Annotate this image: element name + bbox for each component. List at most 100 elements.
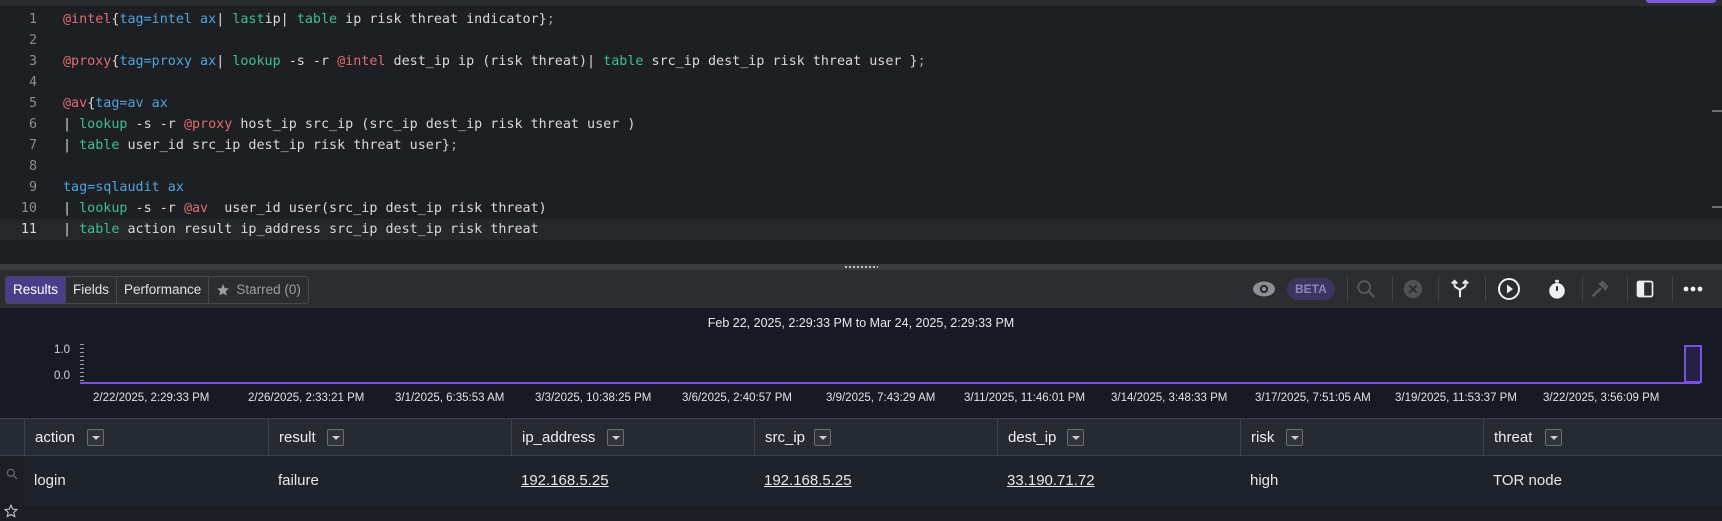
code-line[interactable]: 4: [0, 72, 1722, 93]
column-menu-dropdown[interactable]: [87, 429, 104, 446]
tab-starred[interactable]: Starred (0): [209, 277, 308, 303]
column-header-action[interactable]: action: [24, 419, 268, 455]
code-token: user_id src_ip dest_ip risk threat user}: [119, 138, 450, 153]
code-line[interactable]: 3 @proxy{tag=proxy ax| lookup -s -r @inte…: [0, 51, 1722, 72]
column-header-result[interactable]: result: [268, 419, 511, 455]
code-text: @proxy{tag=proxy ax| lookup -s -r @intel…: [63, 51, 926, 72]
query-editor[interactable]: 1 @intel{tag=intel ax| lastip| table ip r…: [0, 0, 1722, 268]
cell-risk: high: [1250, 472, 1279, 489]
toggle-panel-button[interactable]: [1625, 270, 1665, 308]
column-header-dest-ip[interactable]: dest_ip: [997, 419, 1240, 455]
code-line[interactable]: 11 | table action result ip_address src_i…: [0, 219, 1722, 240]
code-line[interactable]: 6 | lookup -s -r @proxy host_ip src_ip (s…: [0, 114, 1722, 135]
line-number: 1: [28, 12, 37, 27]
more-options-button[interactable]: [1673, 270, 1713, 308]
column-menu-dropdown[interactable]: [1286, 429, 1303, 446]
column-header-ip-address[interactable]: ip_address: [511, 419, 754, 455]
line-number: 2: [28, 33, 37, 48]
code-line[interactable]: 7 | table user_id src_ip dest_ip risk thr…: [0, 135, 1722, 156]
timeline-histogram[interactable]: Feb 22, 2025, 2:29:33 PM to Mar 24, 2025…: [0, 308, 1722, 418]
fork-icon: [1451, 279, 1469, 298]
code-token: |: [63, 201, 80, 216]
tab-fields[interactable]: Fields: [66, 277, 118, 303]
code-text: @intel{tag=intel ax| lastip| table ip ri…: [63, 9, 555, 30]
line-number: 4: [28, 75, 37, 90]
column-header-risk[interactable]: risk: [1240, 419, 1483, 455]
code-token: @proxy: [183, 117, 233, 132]
code-text: @av{tag=av ax: [63, 93, 168, 114]
code-token: host_ip src_ip (src_ip dest_ip risk thre…: [232, 117, 636, 132]
preview-eye-button[interactable]: [1244, 270, 1284, 308]
timer-icon: [1549, 279, 1565, 299]
toolbar-separator: [1485, 277, 1486, 301]
code-token: lookup: [232, 54, 281, 69]
code-token: -s -r: [127, 117, 184, 132]
run-query-button[interactable]: [1489, 270, 1529, 308]
y-minor-tick: [80, 380, 84, 381]
code-text: | lookup -s -r @av user_id user(src_ip d…: [63, 198, 547, 219]
column-menu-dropdown[interactable]: [1545, 429, 1562, 446]
y-minor-tick: [80, 368, 84, 369]
code-token: |: [63, 222, 80, 237]
row-inspect-icon[interactable]: [5, 467, 19, 481]
fork-query-button[interactable]: [1440, 270, 1480, 308]
schedule-query-button[interactable]: [1537, 270, 1577, 308]
code-text: | table user_id src_ip dest_ip risk thre…: [63, 135, 458, 156]
column-menu-dropdown[interactable]: [814, 429, 831, 446]
code-token: user_id user(src_ip dest_ip risk threat): [208, 201, 547, 216]
column-header-src-ip[interactable]: src_ip: [754, 419, 997, 455]
table-row[interactable]: login failure 192.168.5.25 192.168.5.25 …: [24, 456, 1722, 506]
column-label: result: [279, 429, 316, 446]
scroll-marker: [1712, 206, 1722, 208]
x-axis-label: 3/6/2025, 2:40:57 PM: [682, 392, 792, 404]
build-button[interactable]: [1580, 270, 1620, 308]
x-axis-label: 3/19/2025, 11:53:37 PM: [1395, 392, 1517, 404]
code-line[interactable]: 5 @av{tag=av ax: [0, 93, 1722, 114]
column-menu-dropdown[interactable]: [607, 429, 624, 446]
hammer-icon: [1591, 280, 1609, 298]
code-token: @proxy: [63, 54, 112, 69]
x-axis-label: 3/17/2025, 7:51:05 AM: [1255, 392, 1371, 404]
code-line[interactable]: 9 tag=sqlaudit ax: [0, 177, 1722, 198]
code-text: tag=sqlaudit ax: [63, 177, 184, 198]
cell-src-ip-link[interactable]: 192.168.5.25: [754, 456, 997, 506]
cell-result: failure: [278, 472, 319, 489]
column-menu-dropdown[interactable]: [1067, 429, 1084, 446]
code-token: ;: [917, 54, 926, 69]
code-text: | lookup -s -r @proxy host_ip src_ip (sr…: [63, 114, 635, 135]
column-label: action: [35, 429, 76, 446]
x-axis-label: 2/22/2025, 2:29:33 PM: [93, 392, 210, 404]
top-accent-tab[interactable]: [1646, 0, 1716, 3]
x-axis-label: 3/9/2025, 7:43:29 AM: [826, 392, 936, 404]
y-minor-tick: [80, 352, 84, 353]
cell-dest-ip-link[interactable]: 33.190.71.72: [997, 456, 1240, 506]
code-line[interactable]: 8: [0, 156, 1722, 177]
line-number: 9: [28, 180, 37, 195]
column-menu-dropdown[interactable]: [327, 429, 344, 446]
tab-results[interactable]: Results: [6, 277, 67, 303]
tab-performance[interactable]: Performance: [117, 277, 210, 303]
code-token: ip risk threat indicator}: [337, 12, 547, 27]
code-line[interactable]: 10 | lookup -s -r @av user_id user(src_ip…: [0, 198, 1722, 219]
star-icon[interactable]: [4, 504, 18, 518]
code-token: tag=av ax: [95, 96, 168, 111]
table-footer: [24, 506, 1722, 521]
code-token: ;: [449, 138, 459, 153]
histogram-bar[interactable]: [1684, 345, 1702, 383]
y-minor-tick: [80, 376, 84, 377]
splitter-grip-icon[interactable]: [844, 265, 878, 269]
column-label: threat: [1494, 429, 1533, 446]
line-number: 11: [20, 222, 37, 237]
x-axis-label: 3/1/2025, 6:35:53 AM: [395, 392, 505, 404]
scroll-marker: [1712, 110, 1722, 112]
eye-icon: [1253, 281, 1275, 297]
ai-search-button[interactable]: [1346, 270, 1386, 308]
column-header-threat[interactable]: threat: [1483, 419, 1722, 455]
cancel-query-button[interactable]: [1393, 270, 1433, 308]
code-line[interactable]: 1 @intel{tag=intel ax| lastip| table ip r…: [0, 9, 1722, 30]
line-number: 3: [28, 54, 37, 69]
code-line[interactable]: 2: [0, 30, 1722, 51]
x-axis-label: 3/3/2025, 10:38:25 PM: [535, 392, 652, 404]
results-toolbar: Results Fields Performance Starred (0) B…: [0, 270, 1722, 308]
cell-ip-address-link[interactable]: 192.168.5.25: [511, 456, 754, 506]
